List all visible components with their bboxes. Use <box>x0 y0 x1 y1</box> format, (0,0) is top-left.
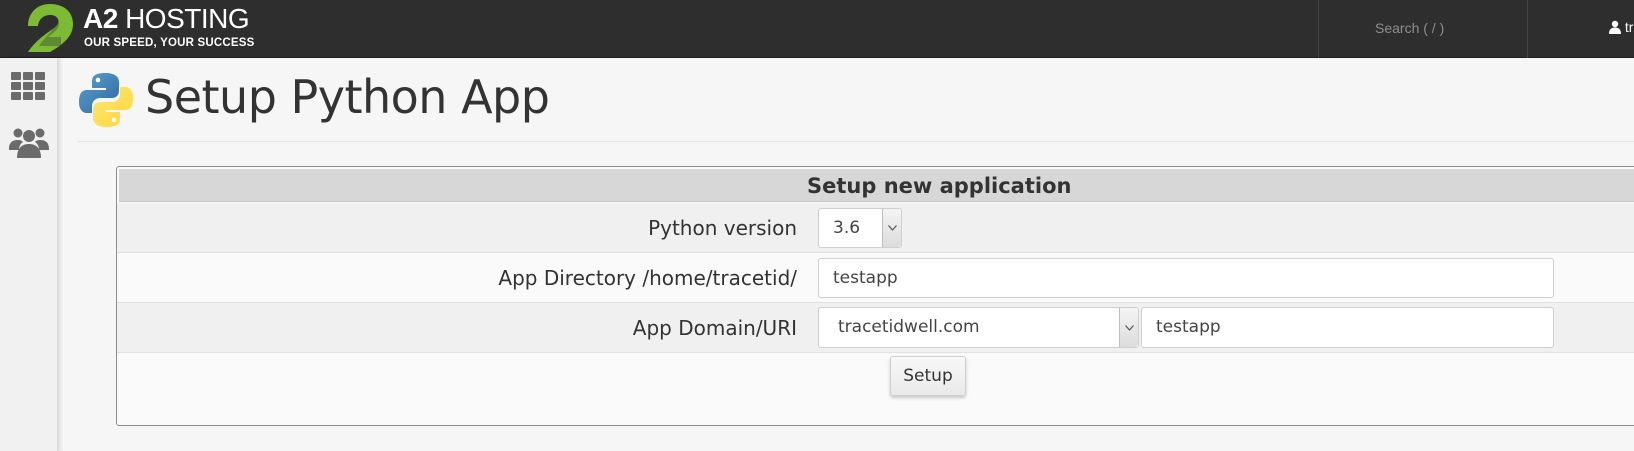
a2-logo-mark-icon <box>28 4 73 52</box>
logo-tagline: OUR SPEED, YOUR SUCCESS <box>84 37 255 49</box>
python-version-row: Python version 3.6 <box>117 203 1634 253</box>
python-version-label: Python version <box>648 216 797 240</box>
top-navigation-bar: A2 HOSTING OUR SPEED, YOUR SUCCESS Searc… <box>0 0 1634 58</box>
chevron-down-icon <box>882 209 901 247</box>
topbar-divider <box>1318 0 1319 58</box>
app-directory-input[interactable]: testapp <box>818 258 1554 298</box>
python-version-select[interactable]: 3.6 <box>818 208 902 248</box>
search-input[interactable]: Search ( / ) <box>1375 0 1585 58</box>
page-title: Setup Python App <box>145 70 550 124</box>
panel-title: Setup new application <box>807 174 1072 198</box>
setup-button[interactable]: Setup <box>890 356 966 396</box>
app-directory-label: App Directory /home/tracetid/ <box>498 266 797 290</box>
setup-form-panel: Setup new application Python version 3.6… <box>116 166 1634 426</box>
app-domain-value: tracetidwell.com <box>838 317 980 337</box>
sidebar <box>0 58 58 451</box>
app-domain-label: App Domain/URI <box>632 316 797 340</box>
user-icon <box>1609 20 1621 34</box>
a2-hosting-logo[interactable]: A2 HOSTING OUR SPEED, YOUR SUCCESS <box>26 0 286 58</box>
python-icon <box>79 73 133 127</box>
sidebar-item-tools[interactable] <box>9 66 49 106</box>
panel-header: Setup new application <box>119 169 1634 202</box>
app-domain-row: App Domain/URI tracetidwell.com testapp <box>117 303 1634 353</box>
app-directory-row: App Directory /home/tracetid/ testapp <box>117 253 1634 303</box>
user-menu[interactable]: tr <box>1609 0 1633 58</box>
grid-icon <box>11 72 45 100</box>
logo-title: A2 HOSTING <box>83 3 250 34</box>
users-icon <box>9 128 49 158</box>
header-divider <box>78 141 1634 142</box>
chevron-down-icon <box>1119 308 1138 347</box>
user-name: tr <box>1624 19 1634 35</box>
sidebar-item-users[interactable] <box>9 122 49 162</box>
app-domain-select[interactable]: tracetidwell.com <box>818 307 1139 348</box>
python-version-value: 3.6 <box>833 218 861 238</box>
app-uri-input[interactable]: testapp <box>1141 307 1554 348</box>
